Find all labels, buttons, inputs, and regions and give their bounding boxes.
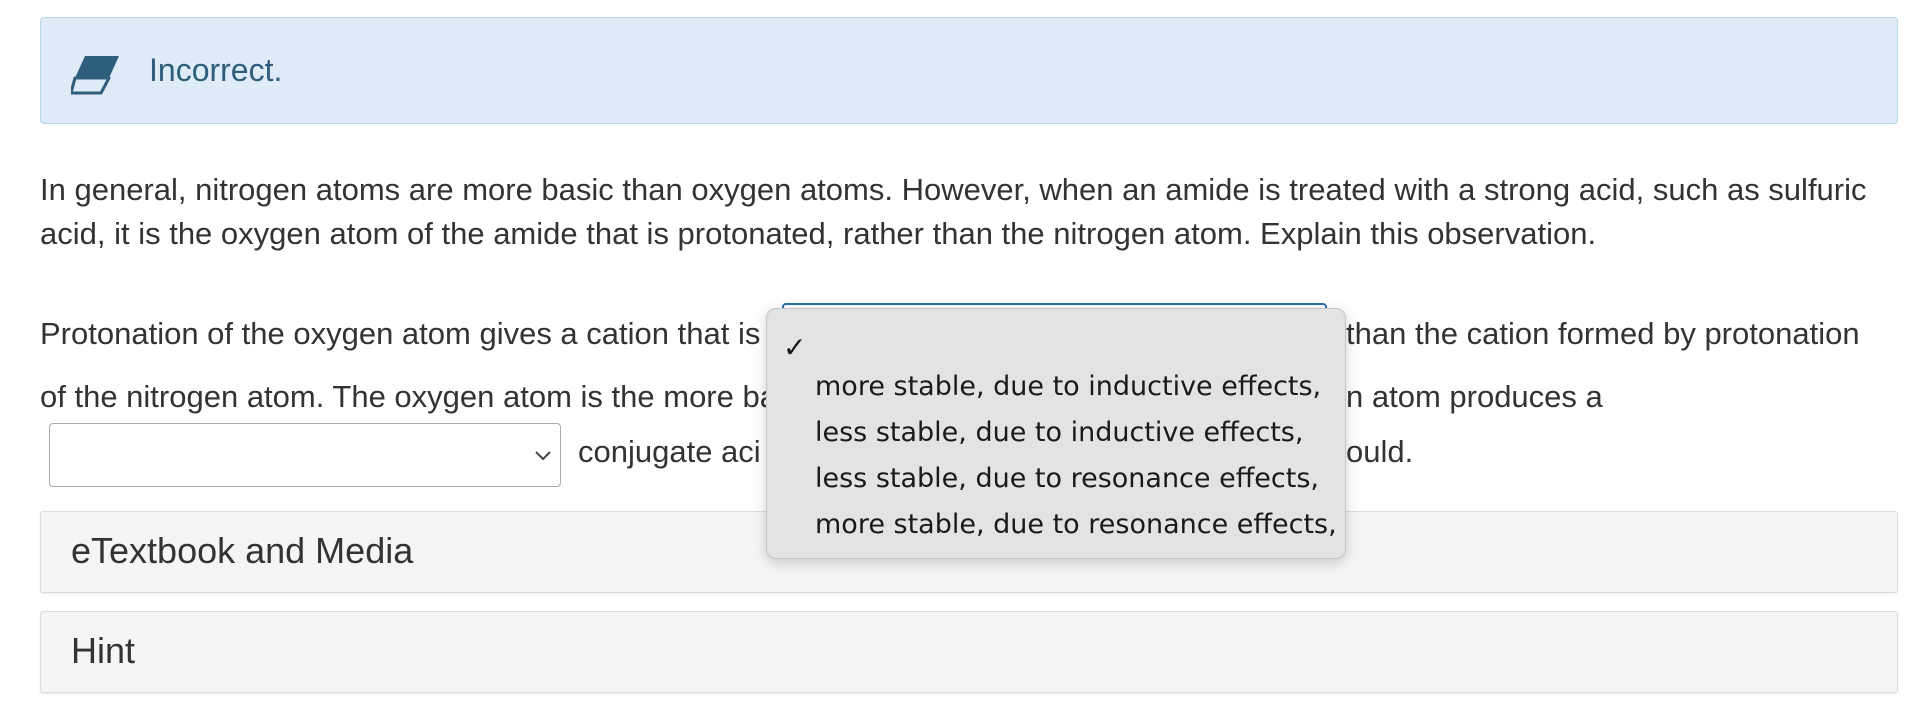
feedback-alert: Incorrect. bbox=[40, 17, 1898, 124]
dropdown-option[interactable]: less stable, due to inductive effects, bbox=[815, 417, 1303, 448]
hint-panel[interactable]: Hint bbox=[40, 611, 1898, 693]
dropdown-option[interactable]: more stable, due to resonance effects, bbox=[815, 509, 1337, 540]
conjugate-acid-select[interactable] bbox=[49, 423, 561, 487]
answer-line2-start: of the nitrogen atom. The oxygen atom is… bbox=[40, 379, 777, 414]
stability-dropdown-menu: ✓ more stable, due to inductive effects,… bbox=[766, 308, 1346, 559]
question-text: In general, nitrogen atoms are more basi… bbox=[40, 172, 1867, 251]
answer-line1-after: than the cation formed by protonation bbox=[1346, 316, 1860, 351]
chevron-down-icon bbox=[535, 451, 551, 461]
feedback-message: Incorrect. bbox=[149, 52, 283, 88]
dropdown-option[interactable]: more stable, due to inductive effects, bbox=[815, 371, 1321, 402]
answer-line3-end: ould. bbox=[1346, 434, 1414, 469]
checkmark-icon[interactable]: ✓ bbox=[783, 331, 806, 364]
eraser-icon bbox=[71, 56, 119, 95]
dropdown-option[interactable]: less stable, due to resonance effects, bbox=[815, 463, 1319, 494]
answer-line3-mid: conjugate aci bbox=[578, 434, 761, 469]
answer-line1-before: Protonation of the oxygen atom gives a c… bbox=[40, 316, 761, 351]
etextbook-media-label: eTextbook and Media bbox=[71, 530, 414, 571]
hint-label: Hint bbox=[71, 630, 136, 671]
answer-line2-end: n atom produces a bbox=[1346, 379, 1603, 414]
